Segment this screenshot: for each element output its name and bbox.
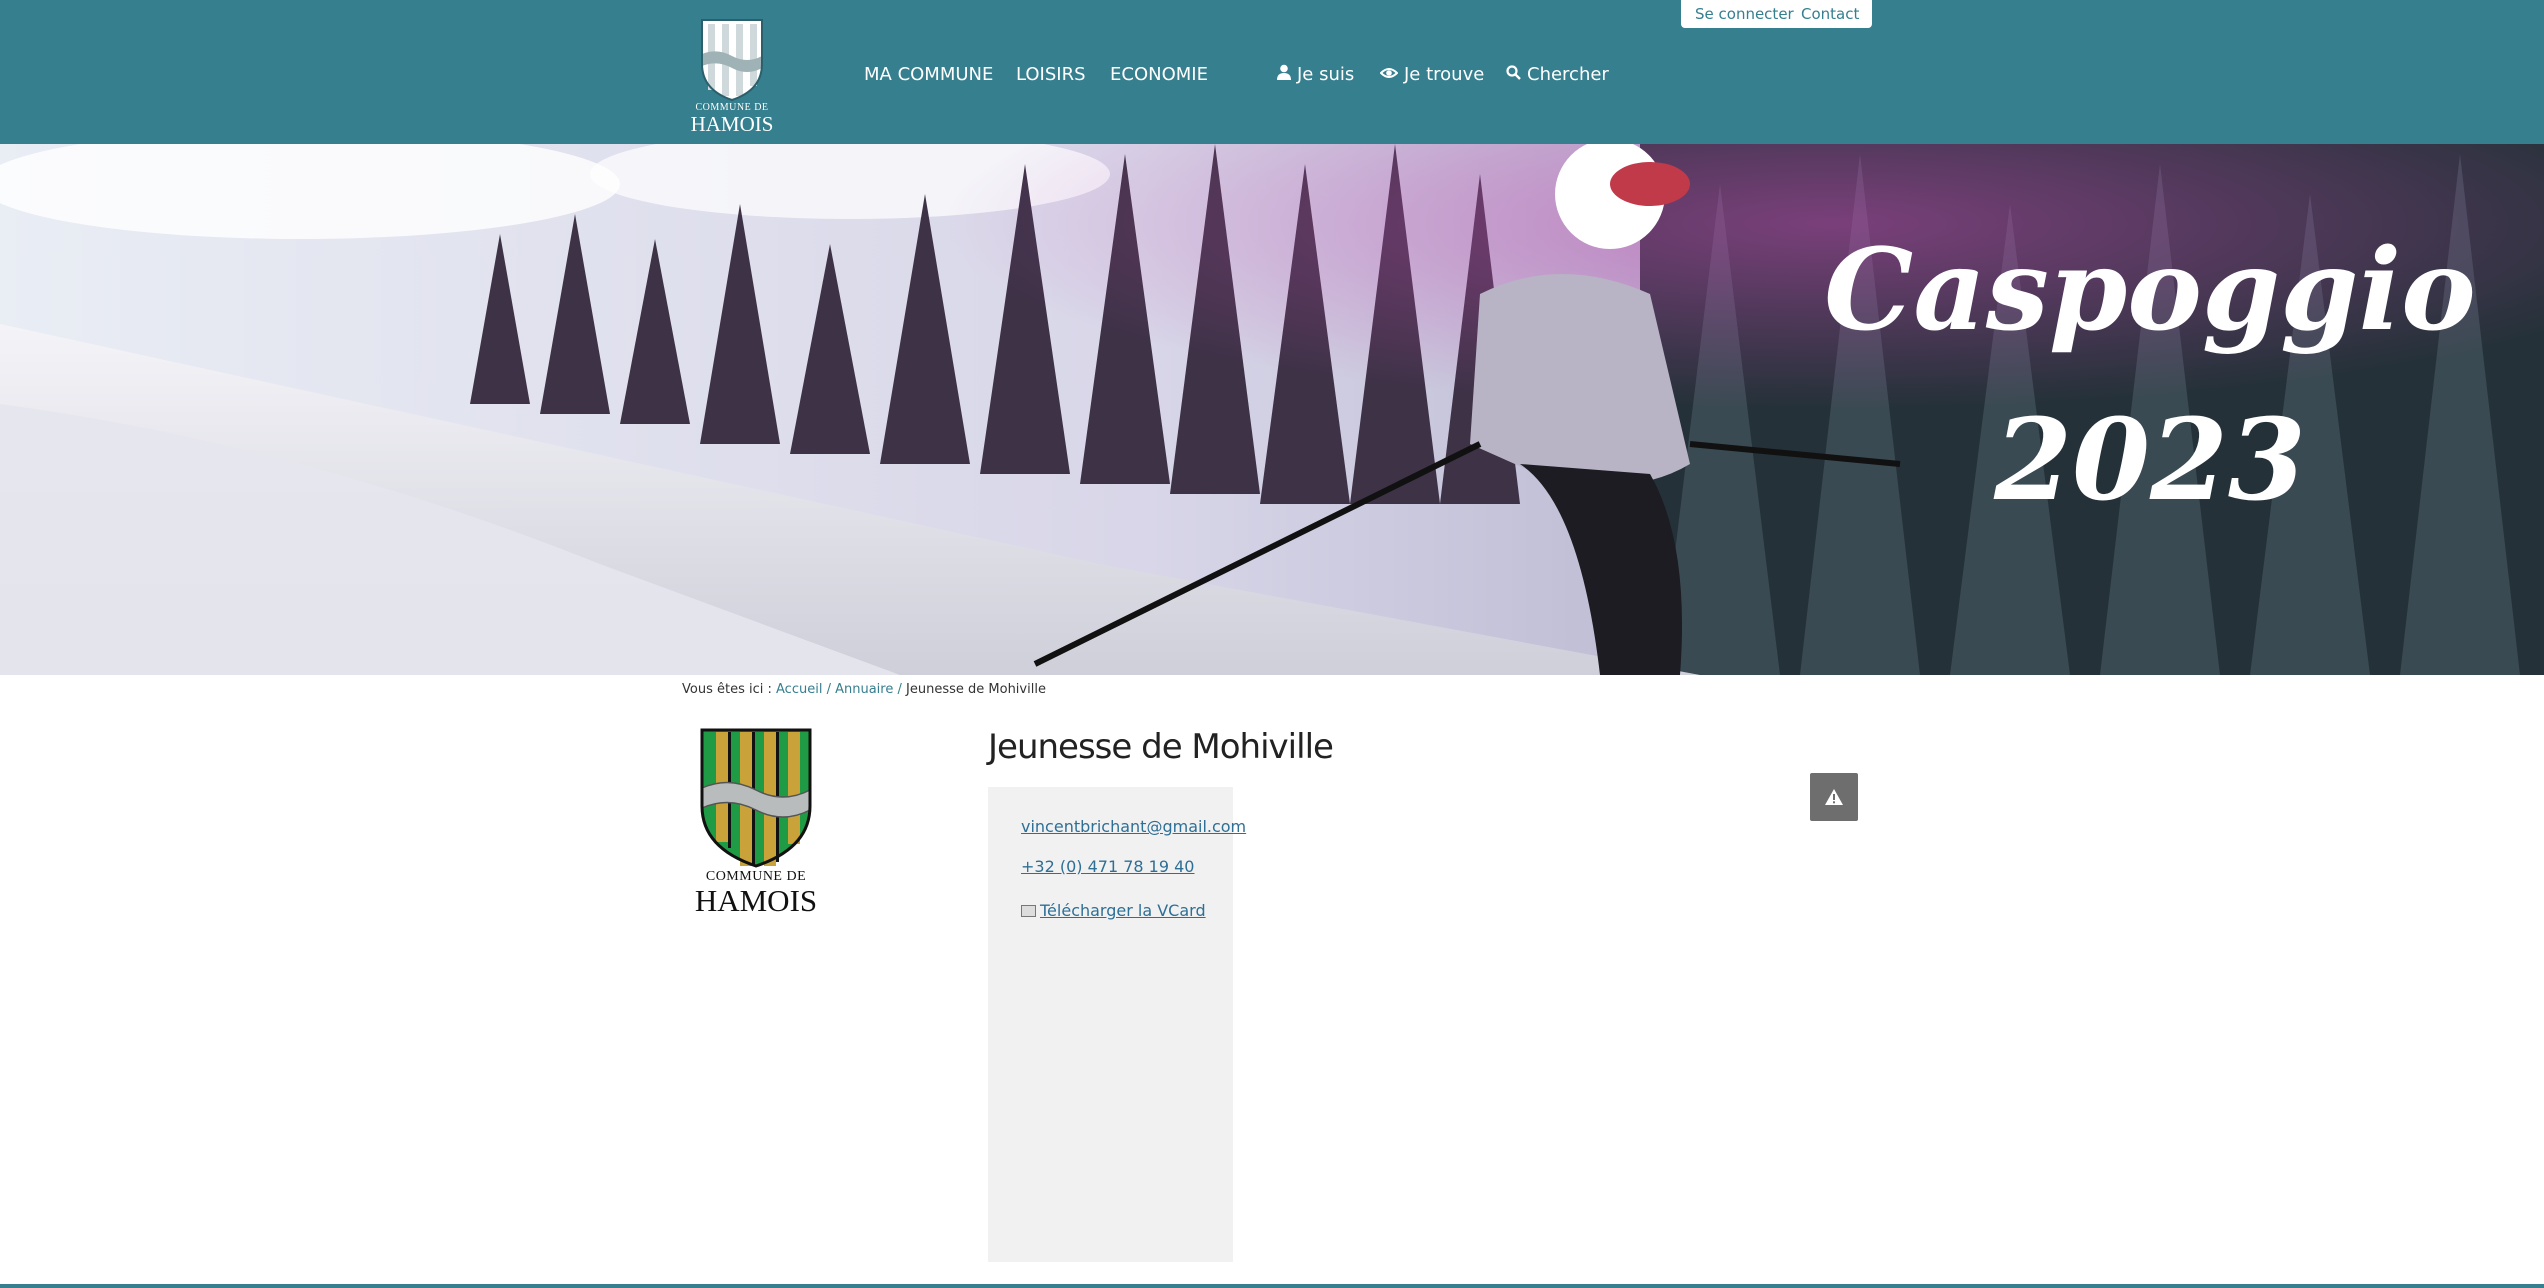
breadcrumb-separator: / (826, 682, 831, 697)
contact-card: vincentbrichant@gmail.com +32 (0) 471 78… (988, 787, 1246, 1262)
eye-icon (1380, 68, 1398, 78)
breadcrumb-separator: / (897, 682, 902, 697)
site-logo[interactable]: COMMUNE DE HAMOIS (690, 18, 774, 136)
warning-icon (1825, 789, 1843, 805)
nav-chercher-label: Chercher (1527, 64, 1609, 85)
breadcrumb-prefix: Vous êtes ici : (682, 682, 772, 697)
logo-name-text: HAMOIS (690, 112, 774, 136)
search-icon (1506, 65, 1521, 80)
hero-banner: Caspoggio 2023 (0, 144, 2544, 675)
nav-je-trouve-label: Je trouve (1404, 64, 1485, 85)
footer-divider (0, 1284, 2544, 1288)
entry-logo: COMMUNE DE HAMOIS (688, 728, 824, 918)
nav-je-suis[interactable]: Je suis (1277, 64, 1354, 85)
contact-link[interactable]: Contact (1801, 5, 1859, 23)
report-button[interactable] (1810, 773, 1858, 821)
breadcrumb: Vous êtes ici : Accueil / Annuaire / Jeu… (682, 682, 1046, 697)
vcard-link[interactable]: Télécharger la VCard (1021, 901, 1206, 920)
nav-je-trouve[interactable]: Je trouve (1380, 64, 1484, 85)
banner-year: 2023 (1993, 395, 2306, 526)
breadcrumb-home[interactable]: Accueil (776, 682, 822, 697)
banner-title: Caspoggio (1824, 225, 2476, 356)
vcard-icon (1021, 904, 1036, 917)
page-title: Jeunesse de Mohiville (988, 727, 1334, 767)
nav-economie[interactable]: ECONOMIE (1110, 64, 1208, 85)
top-utility-links: Se connecter Contact (1681, 0, 1872, 28)
banner-image: Caspoggio 2023 (0, 144, 2544, 675)
vcard-label: Télécharger la VCard (1040, 901, 1206, 920)
coat-of-arms-icon (700, 728, 812, 868)
breadcrumb-current: Jeunesse de Mohiville (906, 682, 1046, 697)
nav-chercher[interactable]: Chercher (1506, 64, 1609, 85)
login-link[interactable]: Se connecter (1695, 5, 1794, 23)
email-link[interactable]: vincentbrichant@gmail.com (1021, 817, 1246, 836)
nav-ma-commune[interactable]: MA COMMUNE (864, 64, 993, 85)
user-icon (1277, 64, 1291, 80)
site-header: COMMUNE DE HAMOIS MA COMMUNE LOISIRS ECO… (0, 0, 2544, 144)
coat-of-arms-icon (701, 19, 763, 102)
breadcrumb-directory[interactable]: Annuaire (835, 682, 893, 697)
entry-logo-name: HAMOIS (694, 883, 818, 918)
phone-link[interactable]: +32 (0) 471 78 19 40 (1021, 857, 1194, 876)
nav-je-suis-label: Je suis (1297, 64, 1355, 85)
nav-loisirs[interactable]: LOISIRS (1016, 64, 1086, 85)
